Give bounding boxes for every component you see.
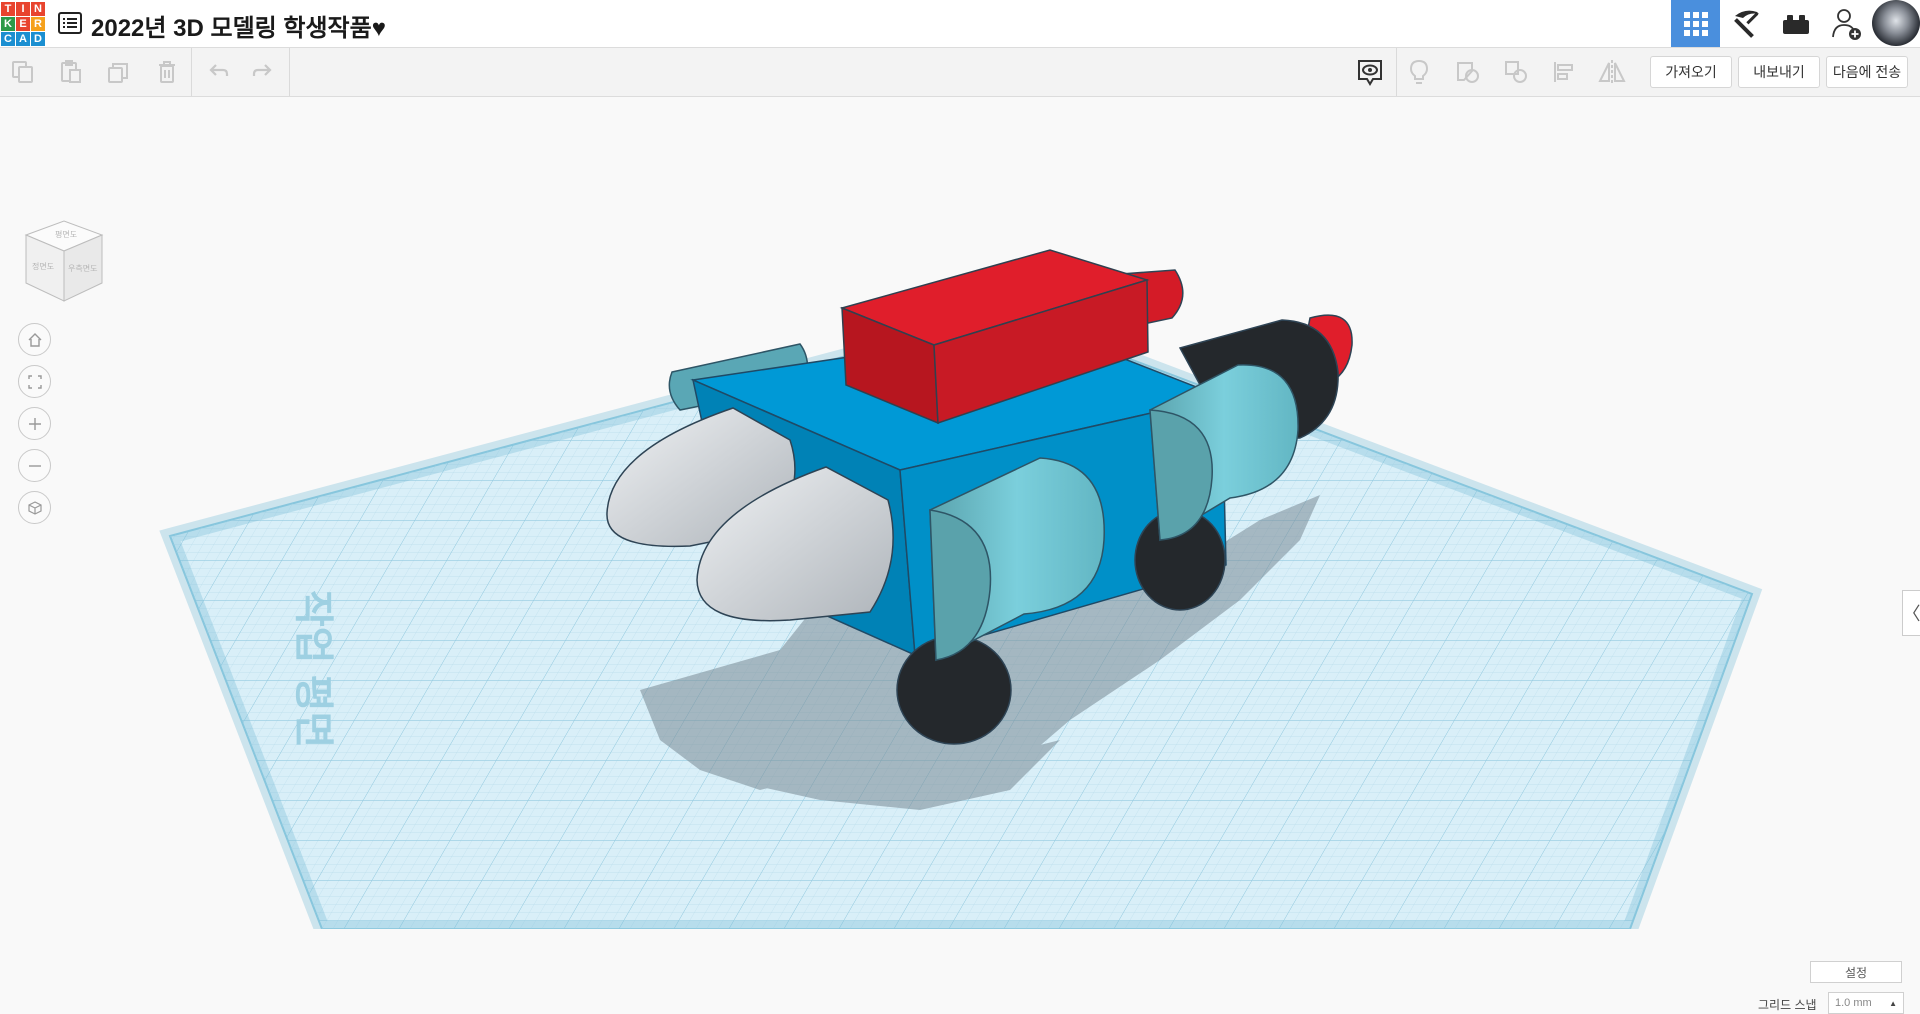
logo-letter: C: [1, 32, 15, 46]
send-to-button[interactable]: 다음에 전송: [1826, 56, 1908, 88]
grid-view-icon: [1683, 11, 1709, 37]
paste-icon: [58, 59, 84, 85]
view-cube-top[interactable]: 평면도: [55, 229, 77, 239]
align-icon: [1551, 59, 1577, 85]
view-cube-right[interactable]: 우측면도: [68, 263, 97, 273]
view-cube-front[interactable]: 정면도: [32, 261, 54, 271]
design-title[interactable]: 2022년 3D 모델링 학생작품♥: [91, 8, 386, 43]
align-button[interactable]: [1547, 55, 1581, 89]
undo-button[interactable]: [201, 55, 235, 89]
settings-button[interactable]: 설정: [1810, 961, 1902, 983]
scene: 작업 평면: [0, 97, 1920, 929]
redo-icon: [250, 59, 276, 85]
edit-toolbar: 가져오기 내보내기 다음에 전송: [0, 48, 1920, 97]
grid-snap-select[interactable]: 1.0 mm ▲: [1828, 992, 1904, 1014]
logo-letter: N: [31, 2, 45, 16]
mirror-icon: [1597, 58, 1627, 86]
workplane-label: 작업 평면: [291, 590, 335, 748]
delete-button[interactable]: [150, 55, 184, 89]
bricks-mode-button[interactable]: [1771, 0, 1820, 47]
pickaxe-icon: [1729, 8, 1763, 40]
ungroup-button[interactable]: [1499, 55, 1533, 89]
3d-viewport[interactable]: 작업 평면: [0, 97, 1920, 929]
duplicate-button[interactable]: [102, 55, 136, 89]
logo-letter: D: [31, 32, 45, 46]
logo-letter: K: [1, 17, 15, 31]
logo-letter: A: [16, 32, 30, 46]
cube-icon: [27, 500, 43, 516]
lightbulb-icon: [1406, 58, 1432, 86]
logo-letter: I: [16, 2, 30, 16]
blocks-mode-button[interactable]: [1721, 0, 1770, 47]
group-button[interactable]: [1451, 55, 1485, 89]
home-icon: [27, 332, 43, 348]
design-list-icon[interactable]: [58, 12, 82, 34]
group-icon: [1454, 58, 1482, 86]
export-button[interactable]: 내보내기: [1738, 56, 1820, 88]
top-bar: T I N K E R C A D 2022년 3D 모델링 학생작품♥: [0, 0, 1920, 48]
fit-view-button[interactable]: [18, 365, 51, 398]
copy-icon: [10, 59, 36, 85]
notes-toggle-button[interactable]: [1353, 55, 1387, 89]
eye-bubble-icon: [1356, 57, 1384, 87]
import-button[interactable]: 가져오기: [1650, 56, 1732, 88]
ungroup-icon: [1502, 58, 1530, 86]
plus-icon: [27, 416, 43, 432]
avatar[interactable]: [1872, 0, 1920, 46]
undo-icon: [205, 59, 231, 85]
lightbulb-button[interactable]: [1402, 55, 1436, 89]
minus-icon: [27, 458, 43, 474]
invite-user-button[interactable]: [1822, 0, 1871, 47]
bricks-icon: [1781, 12, 1811, 36]
logo-letter: E: [16, 17, 30, 31]
redo-button[interactable]: [246, 55, 280, 89]
home-view-button[interactable]: [18, 323, 51, 356]
logo-letter: R: [31, 17, 45, 31]
caret-up-icon: ▲: [1889, 999, 1897, 1008]
fit-view-icon: [27, 374, 43, 390]
paste-button[interactable]: [54, 55, 88, 89]
grid-view-button[interactable]: [1671, 0, 1720, 47]
user-add-icon: [1831, 7, 1863, 41]
duplicate-icon: [106, 59, 132, 85]
perspective-button[interactable]: [18, 491, 51, 524]
tinkercad-logo[interactable]: T I N K E R C A D: [0, 1, 46, 46]
view-cube[interactable]: 평면도 정면도 우측면도: [22, 217, 106, 307]
grid-snap-label: 그리드 스냅: [1758, 996, 1817, 1013]
zoom-out-button[interactable]: [18, 449, 51, 482]
trash-icon: [154, 59, 180, 85]
copy-button[interactable]: [6, 55, 40, 89]
mirror-button[interactable]: [1595, 55, 1629, 89]
chevron-left-icon: 〈: [1903, 600, 1920, 626]
collapse-panel-button[interactable]: 〈: [1902, 590, 1920, 636]
grid-snap-value: 1.0 mm: [1835, 997, 1872, 1009]
zoom-in-button[interactable]: [18, 407, 51, 440]
logo-letter: T: [1, 2, 15, 16]
